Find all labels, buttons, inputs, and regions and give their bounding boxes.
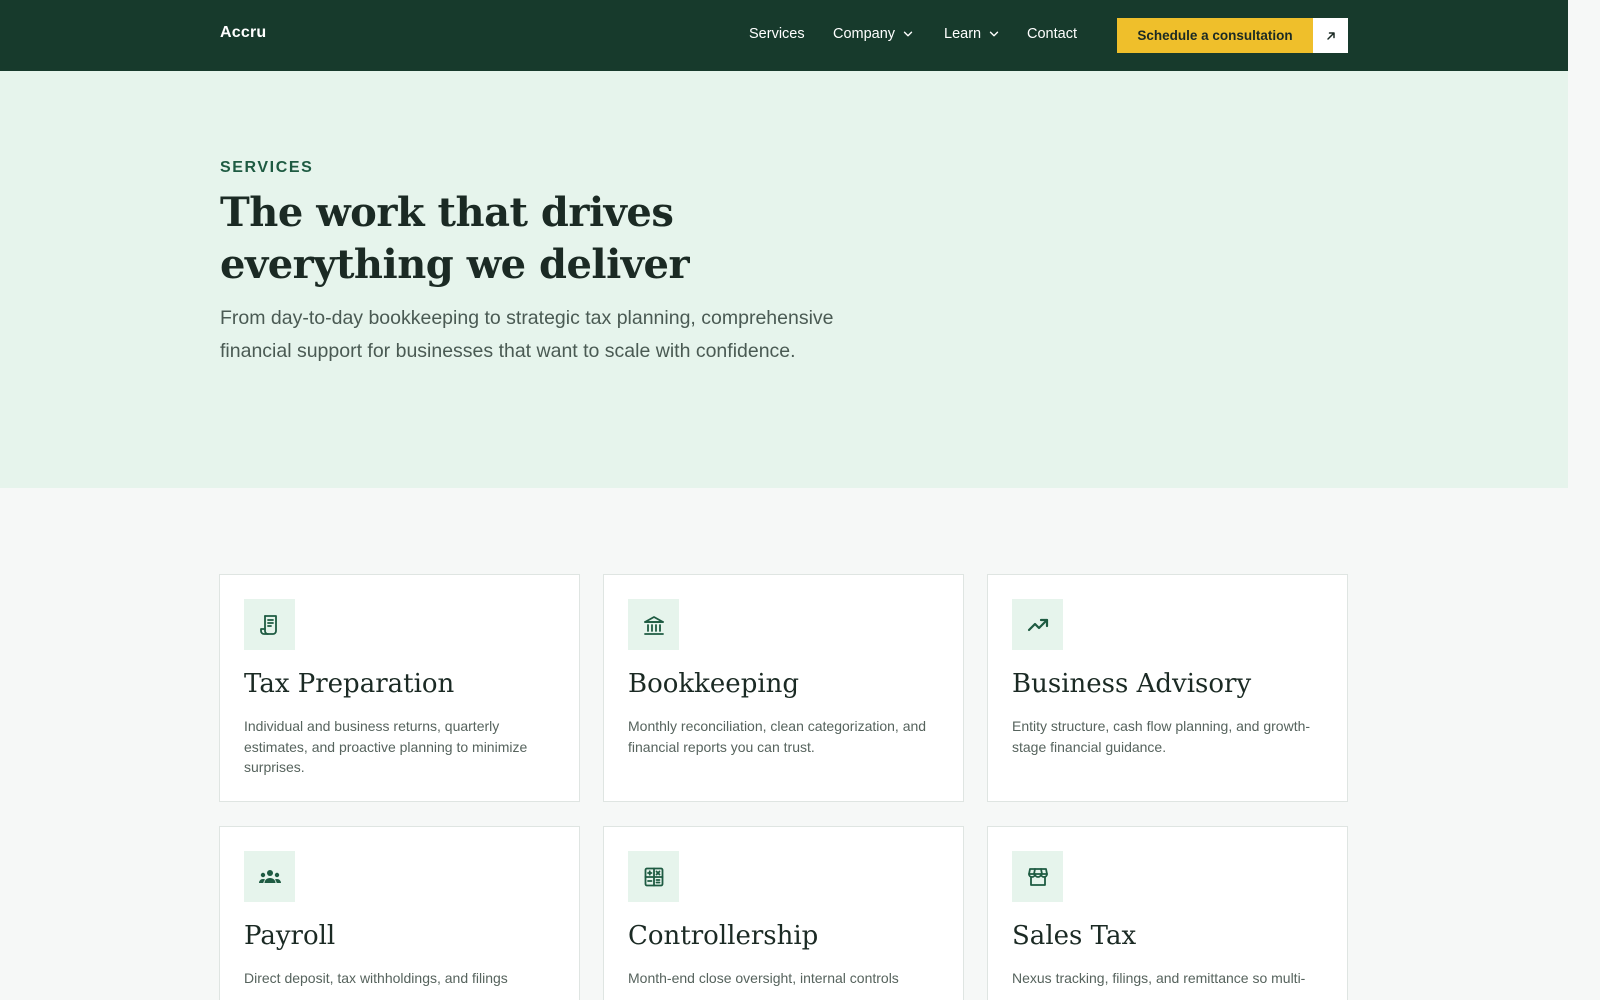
nav-learn[interactable]: Learn <box>944 26 1001 42</box>
service-description: Entity structure, cash flow planning, an… <box>1012 718 1311 755</box>
service-title: Controllership <box>628 921 819 951</box>
service-title: Bookkeeping <box>628 669 800 699</box>
schedule-consultation-label: Schedule a consultation <box>1117 18 1313 53</box>
service-description: Nexus tracking, filings, and remittance … <box>1012 970 1306 986</box>
service-title: Payroll <box>244 921 336 951</box>
service-card-tax-preparation[interactable]: Tax Preparation Individual and business … <box>219 574 580 802</box>
service-title: Tax Preparation <box>244 669 455 699</box>
service-card-bookkeeping[interactable]: Bookkeeping Monthly reconciliation, clea… <box>603 574 964 802</box>
arrow-up-right-icon <box>1313 18 1348 53</box>
hero-eyebrow: SERVICES <box>220 159 314 176</box>
hero-section: SERVICES The work that drives everything… <box>0 71 1568 488</box>
top-navbar: Accru Services Company Learn Contact Sch… <box>0 0 1568 71</box>
people-icon <box>244 851 295 902</box>
service-description: Monthly reconciliation, clean categoriza… <box>628 718 927 755</box>
service-title: Business Advisory <box>1012 669 1252 699</box>
service-card-sales-tax[interactable]: Sales Tax Nexus tracking, filings, and r… <box>987 826 1348 1000</box>
hero-description: From day-to-day bookkeeping to strategic… <box>220 307 834 362</box>
bank-icon <box>628 599 679 650</box>
schedule-consultation-button[interactable]: Schedule a consultation <box>1117 18 1348 53</box>
storefront-icon <box>1012 851 1063 902</box>
nav-contact[interactable]: Contact <box>1027 26 1077 42</box>
service-description: Month-end close oversight, internal cont… <box>628 970 899 986</box>
nav-services[interactable]: Services <box>749 26 805 42</box>
nav-company[interactable]: Company <box>833 26 915 42</box>
chevron-down-icon <box>989 31 999 37</box>
service-description: Individual and business returns, quarter… <box>244 718 528 775</box>
receipt-icon <box>244 599 295 650</box>
nav-company-label: Company <box>833 26 896 42</box>
nav-contact-label: Contact <box>1027 26 1077 42</box>
chevron-down-icon <box>903 31 913 37</box>
service-card-payroll[interactable]: Payroll Direct deposit, tax withholdings… <box>219 826 580 1000</box>
nav-learn-label: Learn <box>944 26 982 42</box>
service-description: Direct deposit, tax withholdings, and fi… <box>244 970 508 986</box>
calculator-icon <box>628 851 679 902</box>
page-title: The work that drives everything we deliv… <box>220 189 690 288</box>
nav-services-label: Services <box>749 26 805 42</box>
brand-logo[interactable]: Accru <box>220 24 266 42</box>
service-card-controllership[interactable]: Controllership Month-end close oversight… <box>603 826 964 1000</box>
trending-up-icon <box>1012 599 1063 650</box>
service-title: Sales Tax <box>1012 921 1137 951</box>
service-card-business-advisory[interactable]: Business Advisory Entity structure, cash… <box>987 574 1348 802</box>
